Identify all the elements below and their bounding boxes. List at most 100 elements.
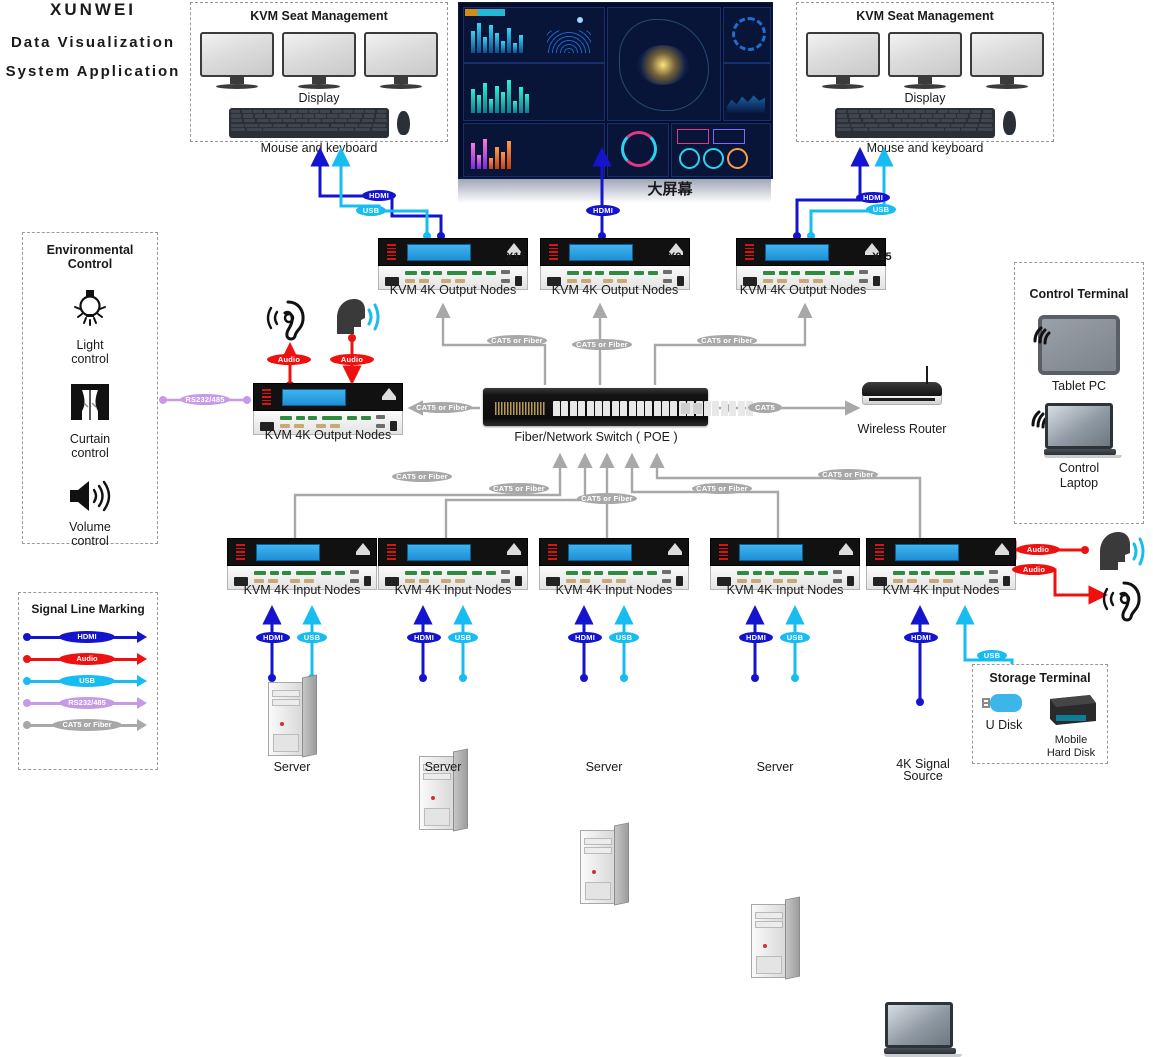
server-label-3: Server — [585, 760, 623, 774]
legend-label-cat5: CAT5 or Fiber — [52, 719, 122, 731]
link-label-cat5-fiber: CAT5 or Fiber — [697, 335, 757, 346]
head-speaking-icon — [1100, 532, 1145, 570]
legend-item-rs232: RS232/485 — [19, 693, 157, 715]
link-label-hdmi: HDMI — [568, 632, 602, 643]
link-label-usb: USB — [780, 632, 810, 643]
panel-title: Storage Terminal — [989, 671, 1091, 685]
signal-source-label-2: Source — [903, 769, 943, 783]
link-label-cat5-fiber: CAT5 or Fiber — [412, 402, 472, 413]
output-node-qty-3: X15 — [872, 251, 892, 263]
link-label-usb: USB — [866, 204, 896, 215]
panel-title: Control Terminal — [1029, 287, 1129, 301]
volume-control-label-1: Volume — [69, 519, 111, 534]
link-label-cat5: CAT5 — [748, 402, 782, 413]
legend-item-hdmi: HDMI — [19, 627, 157, 649]
output-node-left-label: KVM 4K Output Nodes — [264, 428, 392, 442]
light-control-label-1: Light — [76, 338, 104, 352]
storage-terminal-panel: Storage Terminal U Disk Mobile Hard Disk — [972, 664, 1108, 764]
speaker-icon — [70, 480, 111, 511]
tablet-label: Tablet PC — [1051, 379, 1107, 393]
server-label-4: Server — [756, 760, 794, 774]
legend-item-usb: USB — [19, 671, 157, 693]
legend-label-usb: USB — [59, 675, 115, 687]
link-label-audio: Audio — [330, 354, 374, 365]
legend-item-audio: Audio — [19, 649, 157, 671]
signal-source-laptop[interactable] — [884, 1002, 962, 1057]
link-label-cat5-fiber: CAT5 or Fiber — [487, 335, 547, 346]
signal-line-marking-legend: Signal Line Marking HDMI Audio USB RS232… — [18, 592, 158, 770]
link-label-hdmi: HDMI — [362, 190, 396, 201]
light-control-item[interactable]: Light control — [23, 287, 157, 367]
link-label-cat5-fiber: CAT5 or Fiber — [572, 339, 632, 350]
output-node-qty-2: X9 — [668, 251, 682, 263]
input-node-label-1: KVM 4K Input Nodes — [243, 583, 361, 597]
curtain-control-label-1: Curtain — [69, 431, 111, 446]
output-node-label-1: KVM 4K Output Nodes — [389, 283, 517, 297]
input-node-label-4: KVM 4K Input Nodes — [726, 583, 844, 597]
control-laptop[interactable] — [1044, 403, 1122, 459]
laptop-label-2: Laptop — [1059, 475, 1099, 490]
curtain-icon — [71, 383, 109, 420]
output-node-label-2: KVM 4K Output Nodes — [551, 283, 679, 297]
router-label: Wireless Router — [857, 422, 947, 436]
legend-label-audio: Audio — [59, 653, 115, 665]
switch-label: Fiber/Network Switch ( POE ) — [514, 430, 678, 444]
input-node-label-2: KVM 4K Input Nodes — [394, 583, 512, 597]
link-label-cat5-fiber: CAT5 or Fiber — [692, 483, 752, 494]
output-node-qty-1: X15 — [506, 251, 526, 263]
curtain-control-label-2: control — [71, 446, 109, 461]
link-label-rs232: RS232/485 — [180, 394, 230, 405]
link-label-cat5-fiber: CAT5 or Fiber — [392, 471, 452, 482]
wireless-router[interactable] — [862, 366, 942, 405]
environmental-control-panel: Environmental Control Light control Curt… — [22, 232, 158, 548]
link-label-usb: USB — [448, 632, 478, 643]
laptop-label-1: Control — [1058, 461, 1100, 476]
legend-label-hdmi: HDMI — [59, 631, 115, 643]
link-label-hdmi: HDMI — [739, 632, 773, 643]
legend-title: Signal Line Marking — [31, 602, 145, 616]
usb-drive-icon — [982, 694, 1022, 712]
link-label-usb: USB — [356, 205, 386, 216]
ear-icon — [266, 300, 305, 341]
link-label-hdmi: HDMI — [407, 632, 441, 643]
network-switch[interactable] — [483, 388, 753, 426]
input-node-label-5: KVM 4K Input Nodes — [882, 583, 1000, 597]
server-4[interactable] — [751, 896, 800, 980]
volume-control-label-2: control — [71, 533, 109, 548]
link-label-audio: Audio — [267, 354, 311, 365]
server-label-2: Server — [424, 760, 462, 774]
hard-disk-label-2: Hard Disk — [1046, 746, 1096, 759]
head-speaking-icon — [337, 299, 380, 334]
control-terminal-panel: Control Terminal Tablet PC Control Lapto… — [1014, 262, 1144, 524]
hard-disk-icon — [1050, 695, 1096, 725]
input-node-label-3: KVM 4K Input Nodes — [555, 583, 673, 597]
curtain-control-item[interactable]: Curtain control — [23, 381, 157, 461]
link-label-audio: Audio — [1016, 544, 1060, 555]
server-3[interactable] — [580, 822, 629, 906]
link-label-cat5-fiber: CAT5 or Fiber — [577, 493, 637, 504]
link-label-hdmi: HDMI — [904, 632, 938, 643]
ear-icon — [1102, 581, 1141, 622]
volume-control-item[interactable]: Volume control — [23, 477, 157, 549]
output-node-label-3: KVM 4K Output Nodes — [739, 283, 867, 297]
link-label-cat5-fiber: CAT5 or Fiber — [818, 469, 878, 480]
link-label-usb: USB — [297, 632, 327, 643]
link-label-usb: USB — [609, 632, 639, 643]
u-disk-label: U Disk — [985, 718, 1023, 732]
link-label-hdmi: HDMI — [256, 632, 290, 643]
server-1[interactable] — [268, 674, 317, 758]
panel-title: Environmental Control — [46, 243, 134, 271]
antenna-icon — [925, 366, 928, 384]
link-label-audio: Audio — [1012, 564, 1056, 575]
hard-disk-item: Mobile Hard Disk — [1044, 693, 1098, 759]
hard-disk-label-1: Mobile — [1054, 734, 1088, 746]
legend-item-cat5: CAT5 or Fiber — [19, 715, 157, 737]
wifi-icon — [1033, 326, 1051, 345]
link-label-hdmi: HDMI — [856, 192, 890, 203]
link-label-cat5-fiber: CAT5 or Fiber — [489, 483, 549, 494]
link-label-hdmi: HDMI — [586, 205, 620, 216]
light-control-label-2: control — [71, 352, 109, 367]
u-disk-item: U Disk — [982, 693, 1026, 732]
link-label-usb: USB — [977, 650, 1007, 661]
light-bulb-icon — [74, 290, 106, 326]
